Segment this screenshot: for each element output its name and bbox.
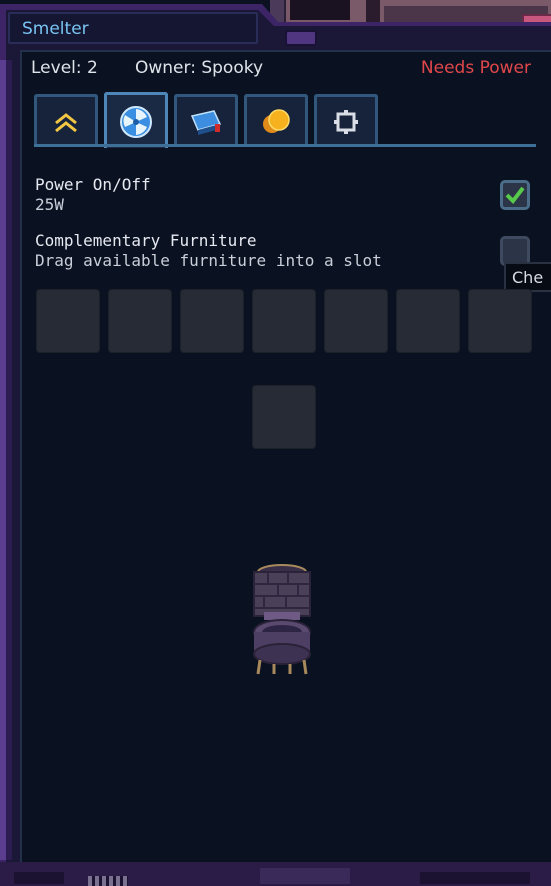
battery-icon — [184, 104, 228, 140]
bottom-bar-segment — [420, 872, 530, 884]
tab-settings[interactable] — [314, 94, 378, 146]
furniture-slot[interactable] — [396, 289, 460, 353]
checkmark-icon — [505, 186, 525, 205]
panel-bottom-bar — [0, 862, 551, 886]
furniture-slot[interactable] — [324, 289, 388, 353]
level-label: Level: 2 — [31, 58, 98, 78]
tab-upgrade[interactable] — [34, 94, 98, 146]
furniture-slot[interactable] — [468, 289, 532, 353]
furniture-slot[interactable] — [180, 289, 244, 353]
panel-latch — [285, 30, 317, 46]
title-bar[interactable]: Smelter — [8, 12, 258, 44]
tab-power[interactable] — [104, 92, 168, 148]
panel-left-edge-inner — [6, 60, 12, 860]
furniture-slot[interactable] — [36, 289, 100, 353]
furniture-slot[interactable] — [252, 289, 316, 353]
tooltip: Che — [504, 262, 551, 292]
bottom-bar-segment — [260, 868, 350, 884]
bottom-bar-grip — [88, 876, 128, 886]
window-title: Smelter — [22, 19, 89, 39]
power-toggle-label: Power On/Off — [35, 175, 151, 194]
upgrade-chevron-icon — [44, 104, 88, 140]
furniture-label: Complementary Furniture — [35, 231, 257, 250]
furniture-slot[interactable] — [108, 289, 172, 353]
bottom-bar-segment — [14, 872, 64, 884]
smelter-sprite — [250, 562, 314, 676]
furniture-hint: Drag available furniture into a slot — [35, 251, 382, 270]
tab-underline — [34, 144, 536, 147]
power-usage-value: 25W — [35, 195, 64, 214]
background-window — [290, 0, 350, 20]
tab-battery[interactable] — [174, 94, 238, 146]
power-status: Needs Power — [420, 58, 531, 78]
gear-icon — [324, 104, 368, 140]
main-item-slot[interactable] — [252, 385, 316, 449]
panel-content — [20, 50, 551, 862]
power-toggle-checkbox[interactable] — [500, 180, 530, 210]
fan-icon — [114, 104, 158, 140]
coins-icon — [254, 104, 298, 140]
tab-coins[interactable] — [244, 94, 308, 146]
owner-label: Owner: Spooky — [135, 58, 264, 78]
